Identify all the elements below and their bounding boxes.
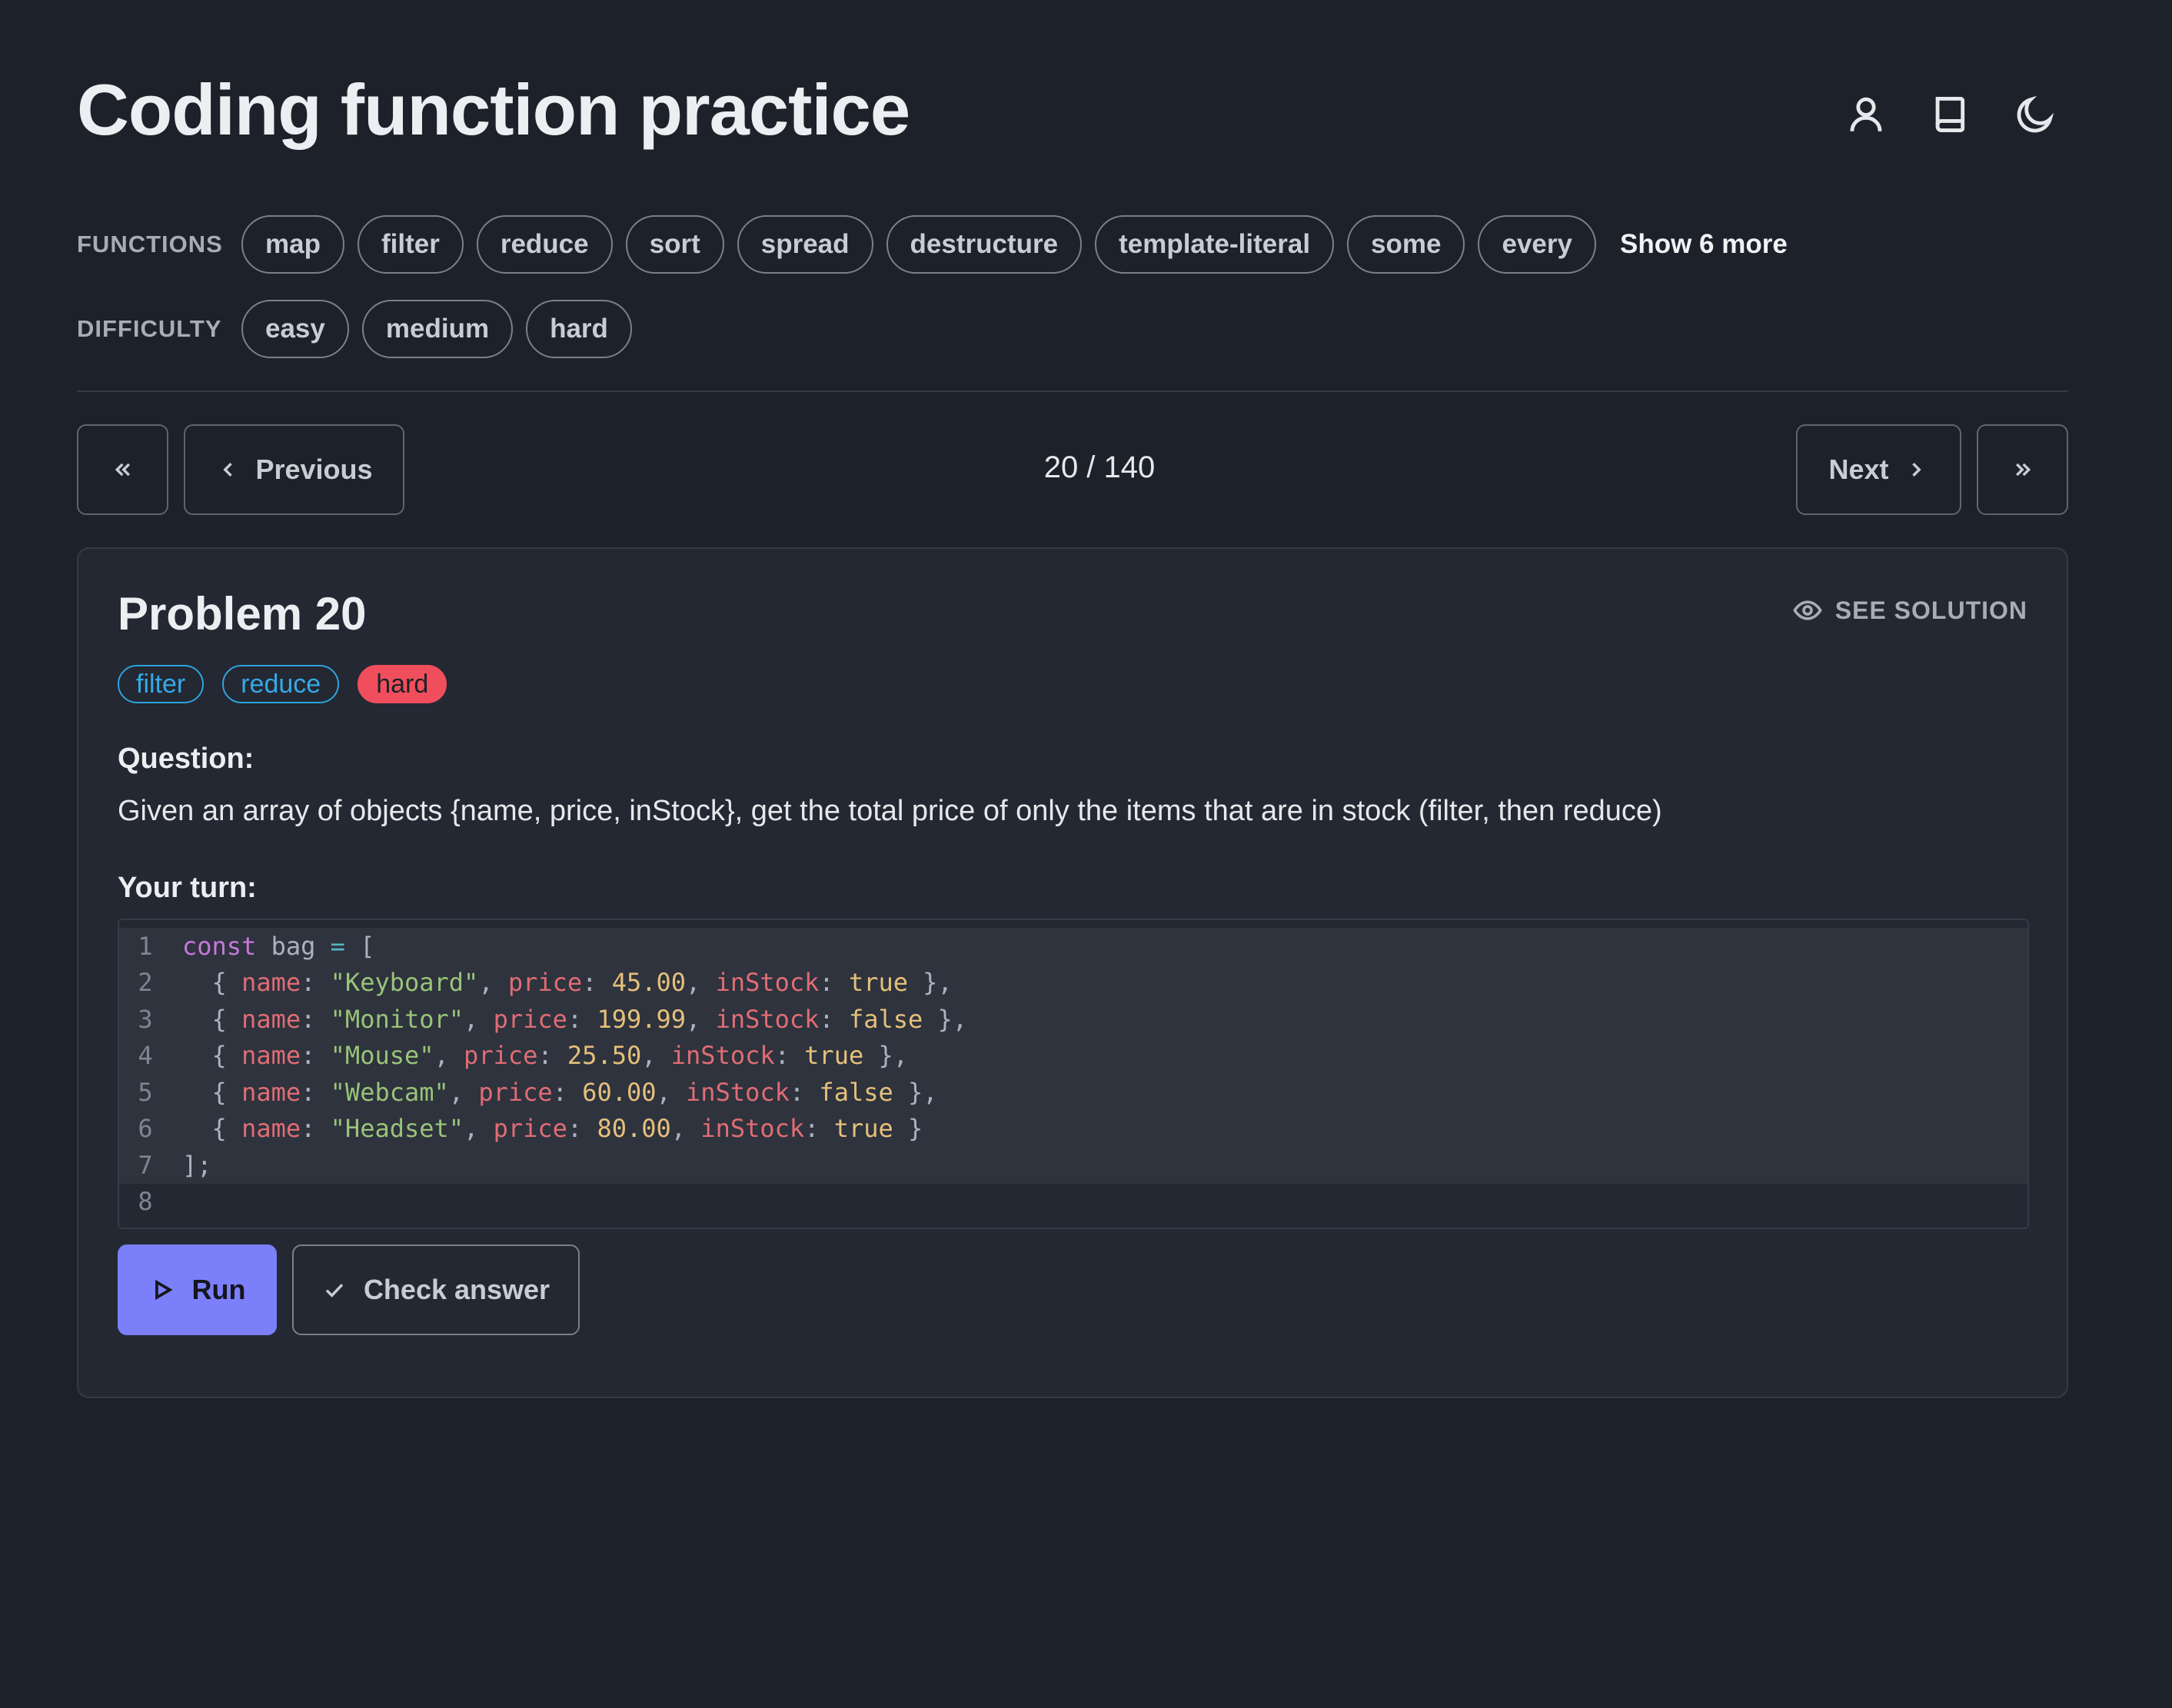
line-number: 3 (138, 1004, 153, 1034)
line-number: 7 (138, 1150, 153, 1180)
page-title: Coding function practice (77, 69, 910, 150)
difficulty-badge: hard (358, 665, 447, 703)
moon-icon[interactable] (2012, 91, 2058, 138)
run-label: Run (191, 1274, 246, 1305)
problem-tags: filter reduce hard (118, 665, 447, 703)
next-button[interactable]: Next (1796, 424, 1961, 515)
chip-reduce[interactable]: reduce (476, 215, 613, 274)
line-number: 4 (138, 1041, 153, 1071)
book-icon[interactable] (1928, 91, 1974, 138)
code-editor[interactable]: 1 const bag = [2 { name: "Keyboard", pric… (118, 919, 2029, 1229)
code-text: ]; (171, 1147, 2027, 1184)
question-text: Given an array of objects {name, price, … (118, 795, 1662, 827)
next-label: Next (1828, 454, 1889, 485)
line-number: 2 (138, 968, 153, 998)
code-text: { name: "Keyboard", price: 45.00, inStoc… (171, 964, 2027, 1001)
code-line: 4 { name: "Mouse", price: 25.50, inStock… (119, 1037, 2027, 1074)
chip-destructure[interactable]: destructure (886, 215, 1083, 274)
chip-sort[interactable]: sort (625, 215, 724, 274)
question-label: Question: (118, 743, 254, 775)
run-button[interactable]: Run (118, 1244, 277, 1335)
user-icon[interactable] (1843, 91, 1889, 138)
line-number: 1 (138, 931, 153, 961)
functions-label: FUNCTIONS (77, 231, 223, 258)
header-divider (77, 390, 2068, 392)
chip-hard[interactable]: hard (526, 300, 632, 358)
code-line: 7]; (119, 1147, 2027, 1184)
chip-filter[interactable]: filter (357, 215, 464, 274)
tag-filter: filter (118, 665, 205, 703)
difficulty-label: DIFFICULTY (77, 315, 222, 342)
check-answer-button[interactable]: Check answer (292, 1244, 580, 1335)
code-line: 3 { name: "Monitor", price: 199.99, inSt… (119, 1001, 2027, 1038)
last-problem-button[interactable] (1977, 424, 2068, 515)
code-text: { name: "Monitor", price: 199.99, inStoc… (171, 1001, 2027, 1038)
eye-icon (1792, 600, 1822, 620)
check-answer-label: Check answer (363, 1274, 550, 1305)
code-line: 1 const bag = [ (119, 928, 2027, 965)
code-text: const bag = [ (171, 928, 2027, 965)
code-line: 5 { name: "Webcam", price: 60.00, inStoc… (119, 1074, 2027, 1111)
see-solution-button[interactable]: SEE SOLUTION (1792, 595, 2027, 626)
function-chips: map filter reduce sort spread destructur… (241, 215, 1596, 274)
play-icon (155, 1279, 173, 1301)
code-text: { name: "Headset", price: 80.00, inStock… (171, 1110, 2027, 1147)
see-solution-label: SEE SOLUTION (1834, 596, 2027, 624)
chip-template-literal[interactable]: template-literal (1095, 215, 1335, 274)
app-root: Coding function practice FUNCTIONS map f… (0, 0, 2172, 1708)
code-line: 6 { name: "Headset", price: 80.00, inSto… (119, 1110, 2027, 1147)
functions-filter-row: FUNCTIONS map filter reduce sort spread … (77, 215, 1788, 274)
your-turn-label: Your turn: (118, 872, 257, 904)
line-number: 6 (138, 1114, 153, 1144)
difficulty-filter-row: DIFFICULTY easy medium hard (77, 300, 632, 358)
chip-spread[interactable]: spread (737, 215, 873, 274)
show-more-button[interactable]: Show 6 more (1620, 229, 1788, 260)
problem-card: Problem 20 SEE SOLUTION filter reduce ha… (77, 547, 2068, 1398)
header-actions (1843, 91, 2058, 138)
check-icon (325, 1284, 344, 1298)
difficulty-chips: easy medium hard (241, 300, 632, 358)
problem-title: Problem 20 (118, 588, 367, 640)
code-line: 8 (119, 1184, 2027, 1221)
line-number: 8 (138, 1187, 153, 1217)
chip-easy[interactable]: easy (241, 300, 349, 358)
chip-every[interactable]: every (1478, 215, 1596, 274)
code-line: 2 { name: "Keyboard", price: 45.00, inSt… (119, 964, 2027, 1001)
chevron-right-icon (1911, 463, 1921, 477)
tag-reduce: reduce (222, 665, 340, 703)
chip-some[interactable]: some (1347, 215, 1465, 274)
line-number: 5 (138, 1077, 153, 1107)
chip-medium[interactable]: medium (361, 300, 514, 358)
chip-map[interactable]: map (241, 215, 344, 274)
double-chevron-right-icon (2015, 463, 2031, 477)
code-text: { name: "Webcam", price: 60.00, inStock:… (171, 1074, 2027, 1111)
code-text: { name: "Mouse", price: 25.50, inStock: … (171, 1037, 2027, 1074)
